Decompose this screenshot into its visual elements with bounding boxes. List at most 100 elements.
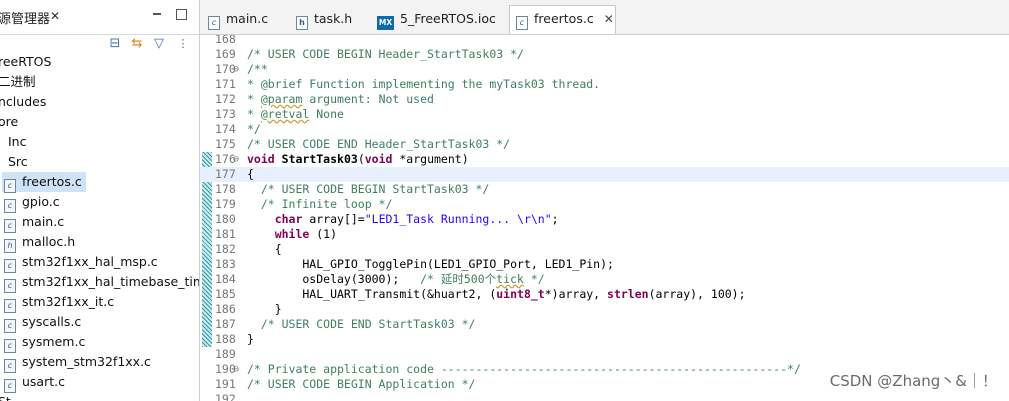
tree-item[interactable]: ore: [0, 112, 18, 132]
code-text: void StartTask03(void *argument): [247, 152, 469, 166]
tree-item[interactable]: h malloc.h: [4, 232, 76, 253]
tree-item[interactable]: Inc: [8, 132, 26, 152]
c-file-icon: c: [4, 299, 16, 313]
code-line[interactable]: 181 while (1): [200, 227, 1009, 242]
tree-item[interactable]: c usart.c: [4, 372, 65, 393]
tree-item-label: freertos.c: [22, 174, 82, 189]
editor-tab[interactable]: c freertos.c ✕: [509, 5, 616, 34]
tree-item[interactable]: c freertos.c: [2, 172, 86, 193]
project-explorer-tab[interactable]: 源管理器 ✕: [0, 0, 199, 35]
code-line[interactable]: 189: [200, 347, 1009, 362]
tree-item[interactable]: c syscalls.c: [4, 312, 81, 333]
c-file-icon: c: [4, 179, 16, 193]
line-number: 185: [215, 287, 236, 301]
editor-tab-bar: c main.c h task.h MX 5_FreeRTOS.ioc c freertos.…: [200, 0, 1009, 35]
tree-item-label: stm32f1xx_it.c: [22, 294, 115, 309]
c-file-icon: c: [4, 339, 16, 353]
code-editor[interactable]: 168 169 /* USER CODE BEGIN Header_StartTas…: [200, 35, 1009, 401]
panel-title: 源管理器: [0, 12, 51, 27]
code-text: */: [247, 122, 261, 136]
tree-item[interactable]: reeRTOS: [0, 52, 51, 72]
line-number: 183: [215, 257, 236, 271]
tree-item-label: usart.c: [22, 374, 65, 389]
fold-toggle-icon[interactable]: ⊖: [233, 152, 239, 167]
project-explorer-panel: 源管理器 ✕ ⊟ ⇆ ▽ ⋮ reeRTOS 二进制 ncludes ore Inc Sr…: [0, 0, 200, 401]
fold-toggle-icon[interactable]: ⊖: [233, 62, 239, 77]
code-line[interactable]: 188}: [200, 332, 1009, 347]
tree-item[interactable]: St...: [0, 392, 23, 401]
editor-tab[interactable]: h task.h: [290, 6, 362, 33]
tree-item-label: ore: [0, 114, 19, 129]
code-text: /* USER CODE END Header_StartTask03 */: [247, 137, 511, 151]
code-line[interactable]: 174 */: [200, 122, 1009, 137]
line-number: 171: [215, 77, 236, 91]
close-icon[interactable]: ✕: [604, 12, 614, 26]
editor-tab[interactable]: c main.c: [202, 6, 282, 33]
tab-label: task.h: [314, 11, 353, 26]
tree-item-label: malloc.h: [22, 234, 76, 249]
code-line[interactable]: 169 /* USER CODE BEGIN Header_StartTask03…: [200, 47, 1009, 62]
code-text: {: [247, 242, 282, 256]
line-number: 173: [215, 107, 236, 121]
code-text: * @brief Function implementing the myTas…: [247, 77, 601, 91]
code-text: * @retval None: [247, 107, 344, 121]
view-menu-icon[interactable]: ⋮: [176, 37, 190, 51]
tree-item-label: Src: [8, 154, 28, 169]
tree-item-label: 二进制: [0, 74, 36, 89]
tree-item[interactable]: c main.c: [4, 212, 64, 233]
code-line[interactable]: 172 * @param argument: Not used: [200, 92, 1009, 107]
tree-item[interactable]: c stm32f1xx_hal_msp.c: [4, 252, 158, 273]
link-with-editor-icon[interactable]: ⇆: [130, 37, 144, 51]
code-line[interactable]: 176 ⊖ void StartTask03(void *argument): [200, 152, 1009, 167]
code-line[interactable]: 182 {: [200, 242, 1009, 257]
code-line[interactable]: 187 /* USER CODE END StartTask03 */: [200, 317, 1009, 332]
code-text: }: [247, 332, 254, 346]
tree-item[interactable]: ncludes: [0, 92, 46, 112]
line-number: 180: [215, 212, 236, 226]
editor-tab[interactable]: MX 5_FreeRTOS.ioc: [371, 6, 501, 33]
tree-item-label: sysmem.c: [22, 334, 86, 349]
code-text: /* USER CODE BEGIN Application */: [247, 377, 476, 391]
maximize-icon[interactable]: [176, 9, 187, 20]
code-line[interactable]: 186 }: [200, 302, 1009, 317]
tree-item[interactable]: c sysmem.c: [4, 332, 86, 353]
fold-toggle-icon[interactable]: ⊖: [233, 362, 239, 377]
header-file-icon: h: [4, 239, 16, 253]
code-line[interactable]: 178 /* USER CODE BEGIN StartTask03 */: [200, 182, 1009, 197]
code-line[interactable]: 183 HAL_GPIO_TogglePin(LED1_GPIO_Port, L…: [200, 257, 1009, 272]
code-text: /**: [247, 62, 268, 76]
code-text: /* Private application code ------------…: [247, 362, 801, 376]
code-line[interactable]: 170 ⊖/**: [200, 62, 1009, 77]
line-number: 192: [215, 392, 236, 401]
code-line[interactable]: 180 char array[]="LED1_Task Running... \…: [200, 212, 1009, 227]
code-line[interactable]: 175 /* USER CODE END Header_StartTask03 *…: [200, 137, 1009, 152]
tree-item-label: stm32f1xx_hal_timebase_tim.c: [22, 274, 200, 289]
code-line[interactable]: 184 osDelay(3000); /* 延时500个tick */: [200, 272, 1009, 287]
tree-item[interactable]: Src: [8, 152, 28, 172]
tree-item[interactable]: 二进制: [0, 72, 36, 92]
code-line[interactable]: 171 * @brief Function implementing the my…: [200, 77, 1009, 92]
line-number: 169: [215, 47, 236, 61]
code-line[interactable]: 173 * @retval None: [200, 107, 1009, 122]
code-text: char array[]="LED1_Task Running... \r\n"…: [274, 212, 559, 226]
tree-item[interactable]: c system_stm32f1xx.c: [4, 352, 151, 373]
tree-item[interactable]: c stm32f1xx_it.c: [4, 292, 115, 313]
tree-item[interactable]: c gpio.c: [4, 192, 60, 213]
minimize-icon[interactable]: [152, 9, 162, 19]
line-number: 168: [215, 35, 236, 46]
code-line[interactable]: 168: [200, 35, 1009, 47]
tab-label: 5_FreeRTOS.ioc: [400, 11, 496, 26]
filter-icon[interactable]: ▽: [152, 37, 166, 51]
cubemx-file-icon: MX: [377, 16, 394, 30]
header-file-icon: h: [296, 16, 308, 30]
code-line[interactable]: 177 {: [200, 167, 1009, 182]
tree-item[interactable]: c stm32f1xx_hal_timebase_tim.c: [4, 272, 200, 293]
collapse-all-icon[interactable]: ⊟: [108, 37, 122, 51]
code-line[interactable]: 185 HAL_UART_Transmit(&huart2, (uint8_t*…: [200, 287, 1009, 302]
tree-item-label: system_stm32f1xx.c: [22, 354, 151, 369]
tree-item-label: stm32f1xx_hal_msp.c: [22, 254, 158, 269]
code-line[interactable]: 192: [200, 392, 1009, 401]
code-line[interactable]: 179 /* Infinite loop */: [200, 197, 1009, 212]
close-icon[interactable]: ✕: [50, 9, 60, 23]
tree-item-label: gpio.c: [22, 194, 60, 209]
